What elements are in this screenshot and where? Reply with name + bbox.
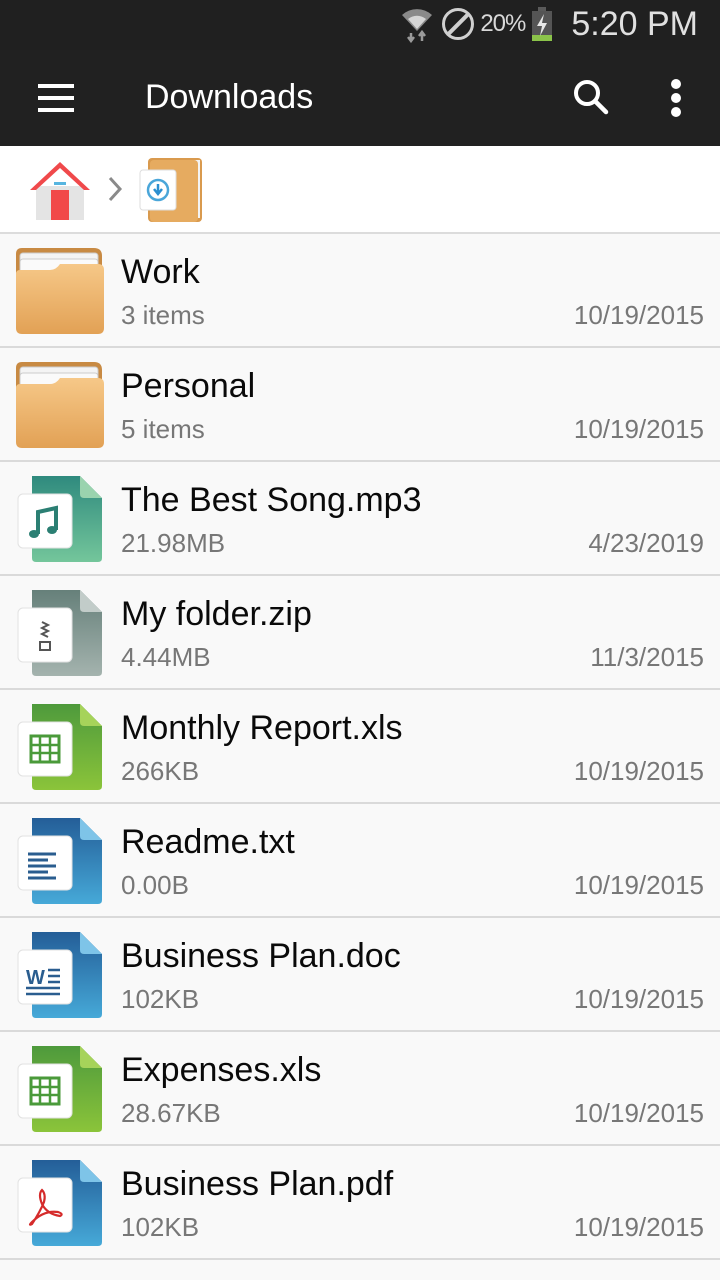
list-item-business-plan-doc[interactable]: W Business Plan.doc 102KB 10/19/2015 bbox=[0, 918, 720, 1032]
zip-file-icon bbox=[14, 590, 106, 676]
list-item-monthly-report-xls[interactable]: Monthly Report.xls 266KB 10/19/2015 bbox=[0, 690, 720, 804]
page-title: Downloads bbox=[145, 78, 314, 116]
menu-icon[interactable] bbox=[36, 80, 76, 116]
file-meta: 102KB bbox=[121, 984, 200, 1014]
file-date: 10/19/2015 bbox=[573, 414, 704, 444]
file-meta: 4.44MB bbox=[121, 642, 211, 672]
svg-text:W: W bbox=[26, 967, 45, 989]
spreadsheet-file-icon bbox=[14, 704, 106, 790]
file-date: 10/19/2015 bbox=[573, 300, 704, 330]
more-vert-icon[interactable] bbox=[662, 76, 690, 120]
file-list: Work 3 items 10/19/2015 Personal 5 items… bbox=[0, 234, 720, 1260]
app-bar: Downloads bbox=[0, 50, 720, 146]
list-item-my-folder-zip[interactable]: My folder.zip 4.44MB 11/3/2015 bbox=[0, 576, 720, 690]
file-date: 10/19/2015 bbox=[573, 870, 704, 900]
folder-icon bbox=[14, 362, 106, 448]
file-date: 11/3/2015 bbox=[590, 642, 704, 672]
breadcrumb bbox=[0, 146, 720, 234]
file-meta: 28.67KB bbox=[121, 1098, 221, 1128]
text-file-icon bbox=[14, 818, 106, 904]
file-meta: 21.98MB bbox=[121, 528, 226, 558]
word-file-icon: W bbox=[14, 932, 106, 1018]
wifi-icon bbox=[400, 5, 434, 44]
file-meta: 266KB bbox=[121, 756, 200, 786]
file-name: My folder.zip bbox=[121, 595, 312, 633]
folder-icon bbox=[14, 248, 106, 334]
spreadsheet-file-icon bbox=[14, 1046, 106, 1132]
file-name: Expenses.xls bbox=[121, 1051, 322, 1089]
list-item-business-plan-pdf[interactable]: Business Plan.pdf 102KB 10/19/2015 bbox=[0, 1146, 720, 1260]
file-name: Business Plan.pdf bbox=[121, 1165, 394, 1203]
list-item-the-best-song-mp3[interactable]: The Best Song.mp3 21.98MB 4/23/2019 bbox=[0, 462, 720, 576]
downloads-folder-icon[interactable] bbox=[138, 156, 206, 224]
chevron-right-icon bbox=[106, 174, 124, 204]
file-name: Readme.txt bbox=[121, 823, 295, 861]
file-name: The Best Song.mp3 bbox=[121, 481, 422, 519]
battery-charging-icon bbox=[531, 6, 553, 42]
file-name: Monthly Report.xls bbox=[121, 709, 403, 747]
list-item-readme-txt[interactable]: Readme.txt 0.00B 10/19/2015 bbox=[0, 804, 720, 918]
status-icons: 20% 5:20 PM bbox=[400, 0, 698, 48]
file-date: 10/19/2015 bbox=[573, 1212, 704, 1242]
file-date: 4/23/2019 bbox=[588, 528, 704, 558]
status-bar: 20% 5:20 PM bbox=[0, 0, 720, 50]
file-meta: 0.00B bbox=[121, 870, 189, 900]
file-meta: 5 items bbox=[121, 414, 205, 444]
pdf-file-icon bbox=[14, 1160, 106, 1246]
list-item-personal[interactable]: Personal 5 items 10/19/2015 bbox=[0, 348, 720, 462]
audio-file-icon bbox=[14, 476, 106, 562]
do-not-disturb-icon bbox=[442, 8, 475, 40]
file-name: Personal bbox=[121, 367, 256, 405]
file-date: 10/19/2015 bbox=[573, 1098, 704, 1128]
list-item-expenses-xls[interactable]: Expenses.xls 28.67KB 10/19/2015 bbox=[0, 1032, 720, 1146]
file-meta: 102KB bbox=[121, 1212, 200, 1242]
list-item-work[interactable]: Work 3 items 10/19/2015 bbox=[0, 234, 720, 348]
clock: 5:20 PM bbox=[571, 4, 698, 43]
file-date: 10/19/2015 bbox=[573, 756, 704, 786]
file-meta: 3 items bbox=[121, 300, 205, 330]
home-icon[interactable] bbox=[28, 160, 92, 220]
search-icon[interactable] bbox=[570, 76, 612, 118]
file-name: Business Plan.doc bbox=[121, 937, 401, 975]
file-date: 10/19/2015 bbox=[573, 984, 704, 1014]
file-name: Work bbox=[121, 253, 200, 291]
battery-percent: 20% bbox=[480, 10, 526, 37]
